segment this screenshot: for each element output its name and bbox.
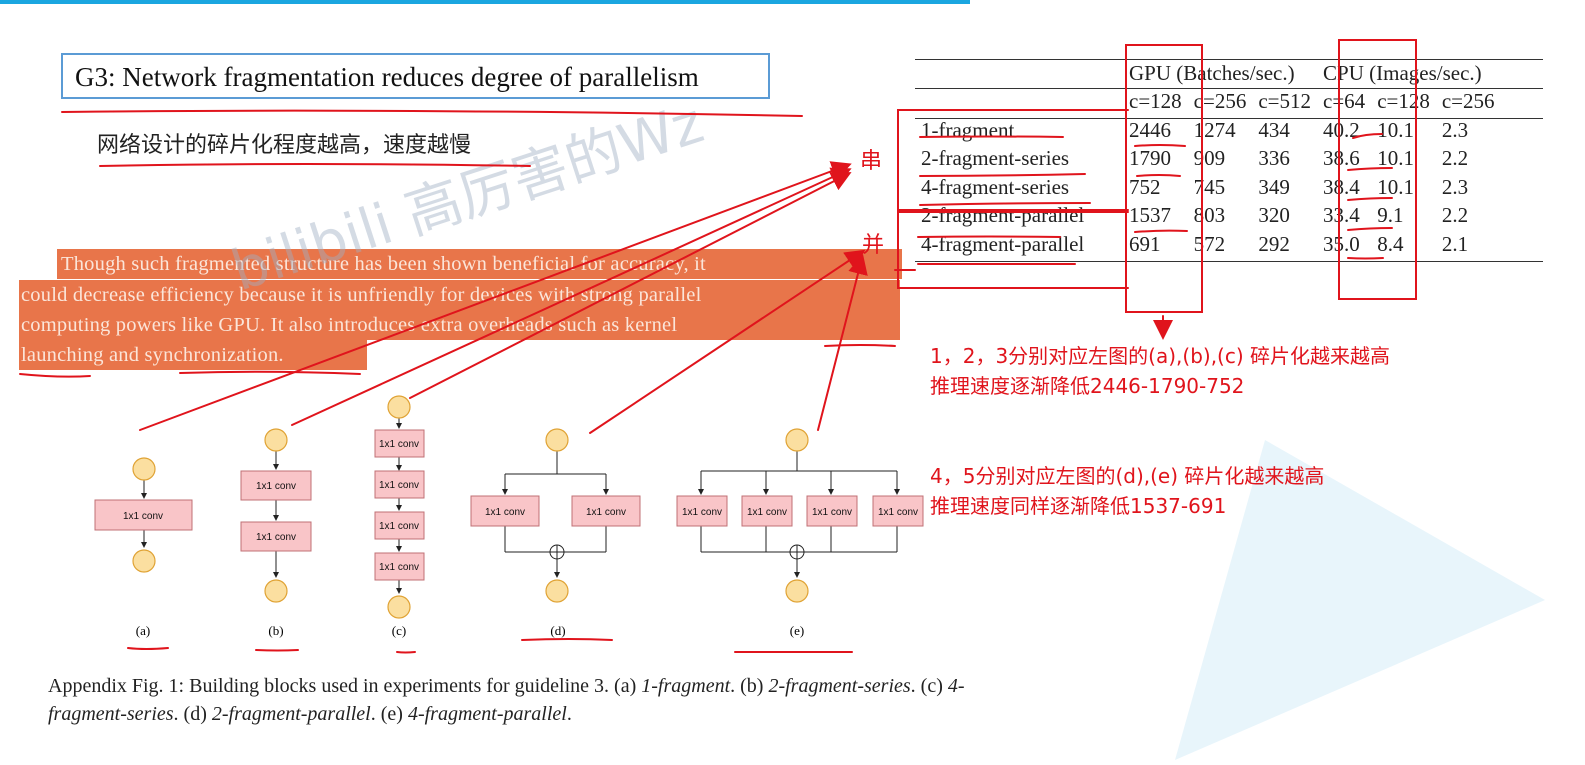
caption-prefix: Appendix Fig. 1: Building blocks used in…	[48, 675, 637, 697]
caption-b-prefix: . (b)	[730, 675, 764, 697]
caption-end: .	[566, 703, 572, 725]
caption-a: 1-fragment	[641, 675, 731, 697]
caption-d: 2-fragment-parallel	[211, 703, 371, 725]
caption-e-prefix: . (e)	[370, 703, 403, 725]
caption-b: 2-fragment-series	[768, 675, 911, 697]
caption-e: 4-fragment-parallel	[407, 703, 567, 725]
caption-d-prefix: . (d)	[173, 703, 207, 725]
red-annotations	[19, 39, 1417, 654]
figure-caption: Appendix Fig. 1: Building blocks used in…	[48, 672, 973, 728]
caption-c-prefix: . (c)	[910, 675, 943, 697]
